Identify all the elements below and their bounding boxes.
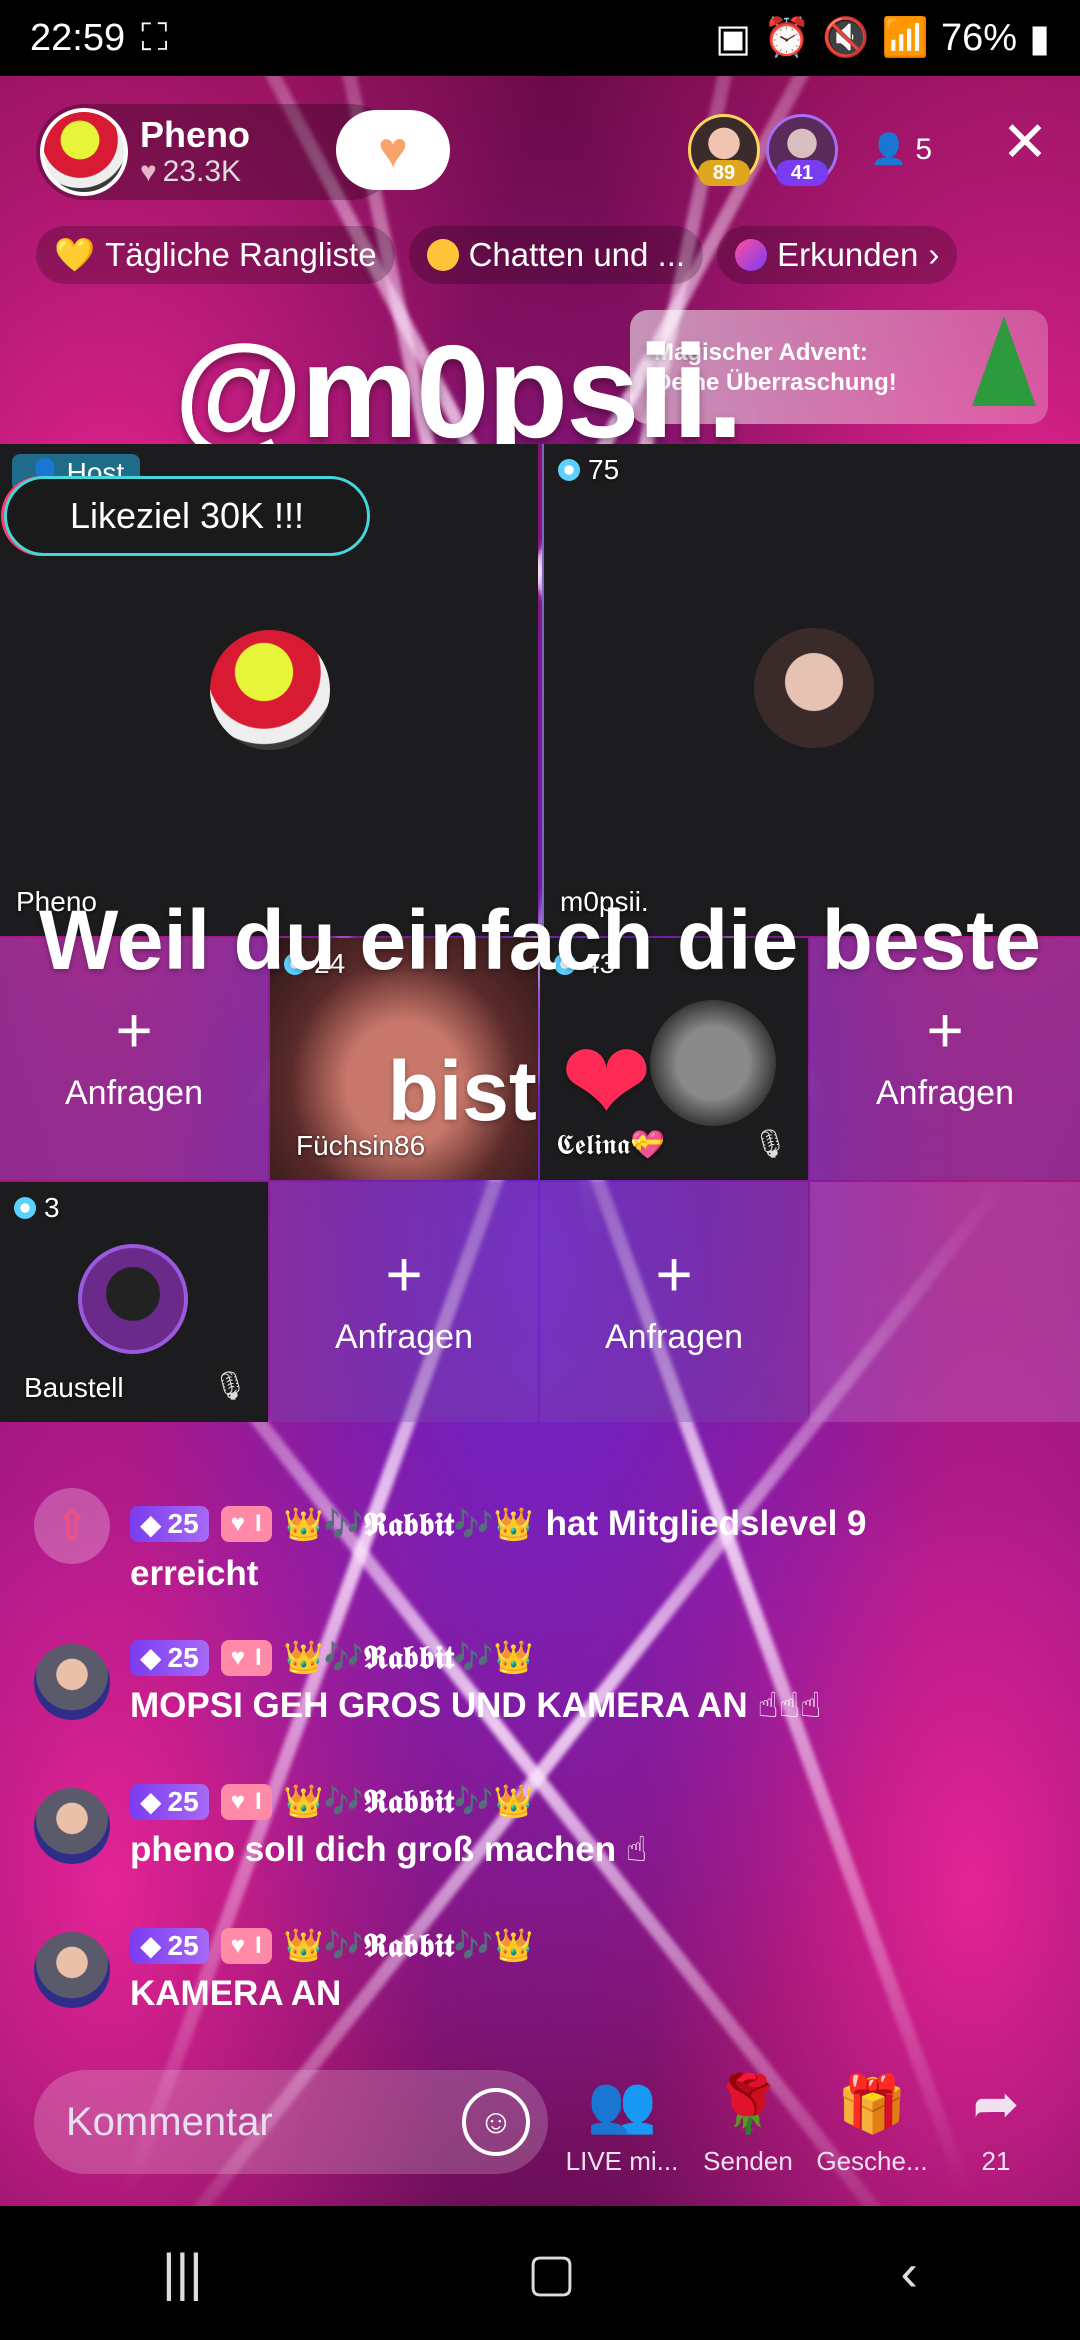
baustell-video-cell[interactable]: 3 Baustell 🎙 — [0, 1182, 268, 1422]
mute-icon: 🔇 — [822, 17, 870, 59]
host-likes: ♥ 23.3K — [140, 155, 242, 188]
person-icon: 👤 — [870, 133, 908, 166]
level-up-icon: ⇧ — [34, 1488, 110, 1564]
mic-off-icon: 🎙 — [212, 1370, 248, 1401]
pill-chat[interactable]: Chatten und ... — [408, 226, 704, 284]
chat-username[interactable]: 👑🎶𝕽𝖆𝖇𝖇𝖎𝖙🎶👑 — [284, 1505, 534, 1544]
plus-icon: + — [385, 1238, 423, 1310]
share-icon: ➦ — [972, 2072, 1020, 2135]
gift-button[interactable]: 🎁 Gesche... — [812, 2072, 932, 2177]
screenshot-icon: ⛶ — [141, 16, 168, 59]
system-nav-bar: ||| ▢ ‹ — [0, 2206, 1080, 2340]
back-icon[interactable]: ‹ — [900, 2243, 917, 2303]
host-avatar[interactable] — [40, 108, 128, 196]
gift-icon: 🎁 — [837, 2072, 907, 2135]
heart-icon: ♥ — [140, 156, 157, 187]
top-viewer-badge: 89 — [698, 160, 750, 186]
level-badge: ♥ I — [220, 1783, 272, 1820]
hashtag-icon — [426, 239, 459, 271]
chat-text: KAMERA AN — [130, 1974, 342, 2013]
emoji-icon[interactable]: ☺ — [462, 2088, 530, 2156]
fire-icon: 💛 — [54, 235, 96, 273]
recents-icon[interactable]: ||| — [162, 2243, 203, 2303]
plus-icon: + — [655, 1238, 693, 1310]
battery-saver-icon: ▣ — [715, 17, 752, 60]
top-viewer-badge: 41 — [776, 160, 828, 186]
chat-text: MOPSI GEH GROS UND KAMERA AN ☝☝☝ — [130, 1686, 822, 1725]
like-goal-bubble: Likeziel 30K !!! — [4, 476, 370, 556]
level-badge: ♥ I — [220, 1639, 272, 1676]
chat-username[interactable]: 👑🎶𝕽𝖆𝖇𝖇𝖎𝖙🎶👑 — [284, 1782, 534, 1821]
empty-slot — [810, 1182, 1080, 1422]
chat-username[interactable]: 👑🎶𝕽𝖆𝖇𝖇𝖎𝖙🎶👑 — [284, 1926, 534, 1965]
discovery-pills: 💛 Tägliche Rangliste Chatten und ... Erk… — [0, 226, 1080, 284]
caption-line-2: bist ❤ — [387, 1021, 653, 1144]
baustell-name: Baustell — [24, 1372, 124, 1403]
score-icon — [558, 459, 580, 481]
pill-daily-ranking[interactable]: 💛 Tägliche Rangliste — [36, 226, 395, 284]
heart-icon: ♥ — [378, 122, 408, 178]
host-cell-avatar — [210, 630, 330, 750]
level-badge: ♥ I — [220, 1927, 272, 1964]
wifi-icon: 📶 — [881, 17, 930, 59]
guest-video-cell[interactable]: 75 m0psii. — [542, 444, 1080, 936]
people-icon: 👥 — [587, 2072, 657, 2135]
request-slot[interactable]: + Anfragen — [540, 1182, 808, 1422]
chat-text: erreicht — [130, 1554, 259, 1593]
status-bar: 22:59 ⛶ ▣ ⏰ 🔇 📶 76% ▮ — [0, 0, 1080, 76]
pill-explore[interactable]: Erkunden › — [717, 226, 958, 284]
chat-avatar[interactable] — [34, 1932, 110, 2008]
chat-avatar[interactable] — [34, 1644, 110, 1720]
level-badge: ♥ I — [220, 1506, 272, 1542]
chat-text: pheno soll dich groß machen ☝ — [130, 1830, 648, 1869]
close-icon[interactable]: ✕ — [1000, 114, 1050, 170]
live-with-button[interactable]: 👥 LIVE mi... — [562, 2072, 682, 2177]
viewer-count[interactable]: 👤 5 — [870, 132, 932, 167]
baustell-avatar — [78, 1244, 188, 1354]
chat-username[interactable]: 👑🎶𝕽𝖆𝖇𝖇𝖎𝖙🎶👑 — [284, 1638, 534, 1677]
chevron-right-icon: › — [928, 236, 940, 273]
guest-score: 75 — [558, 454, 619, 486]
home-icon[interactable]: ▢ — [527, 2243, 576, 2303]
rose-icon: 🌹 — [713, 2072, 783, 2135]
gem-badge: ◆ 25 — [130, 1927, 209, 1964]
gem-badge: ◆ 25 — [130, 1783, 209, 1820]
status-icons: ▣ ⏰ 🔇 📶 76% ▮ — [715, 16, 1050, 61]
score-icon — [14, 1197, 36, 1219]
battery-percent: 76% — [941, 16, 1018, 59]
guest-avatar — [754, 628, 874, 748]
gem-badge: ◆ 25 — [130, 1639, 209, 1676]
request-slot[interactable]: + Anfragen — [270, 1182, 538, 1422]
heart-icon: ❤ — [560, 1021, 653, 1144]
host-name: Pheno — [140, 114, 251, 155]
chat-avatar[interactable] — [34, 1788, 110, 1864]
gem-badge: ◆ 25 — [130, 1506, 209, 1542]
explore-icon — [735, 239, 768, 271]
battery-icon: ▮ — [1029, 17, 1050, 60]
christmas-tree-icon — [972, 316, 1036, 406]
alarm-icon: ⏰ — [763, 17, 811, 59]
share-button[interactable]: ➦ 21 — [936, 2072, 1056, 2177]
send-rose-button[interactable]: 🌹 Senden — [688, 2072, 808, 2177]
caption-line-1: Weil du einfach die beste — [38, 893, 1041, 987]
status-time: 22:59 — [30, 16, 126, 59]
baustell-score: 3 — [14, 1192, 60, 1224]
chat-system-text: hat Mitgliedslevel 9 — [545, 1504, 867, 1543]
follow-heart-button[interactable]: ♥ — [336, 110, 450, 190]
